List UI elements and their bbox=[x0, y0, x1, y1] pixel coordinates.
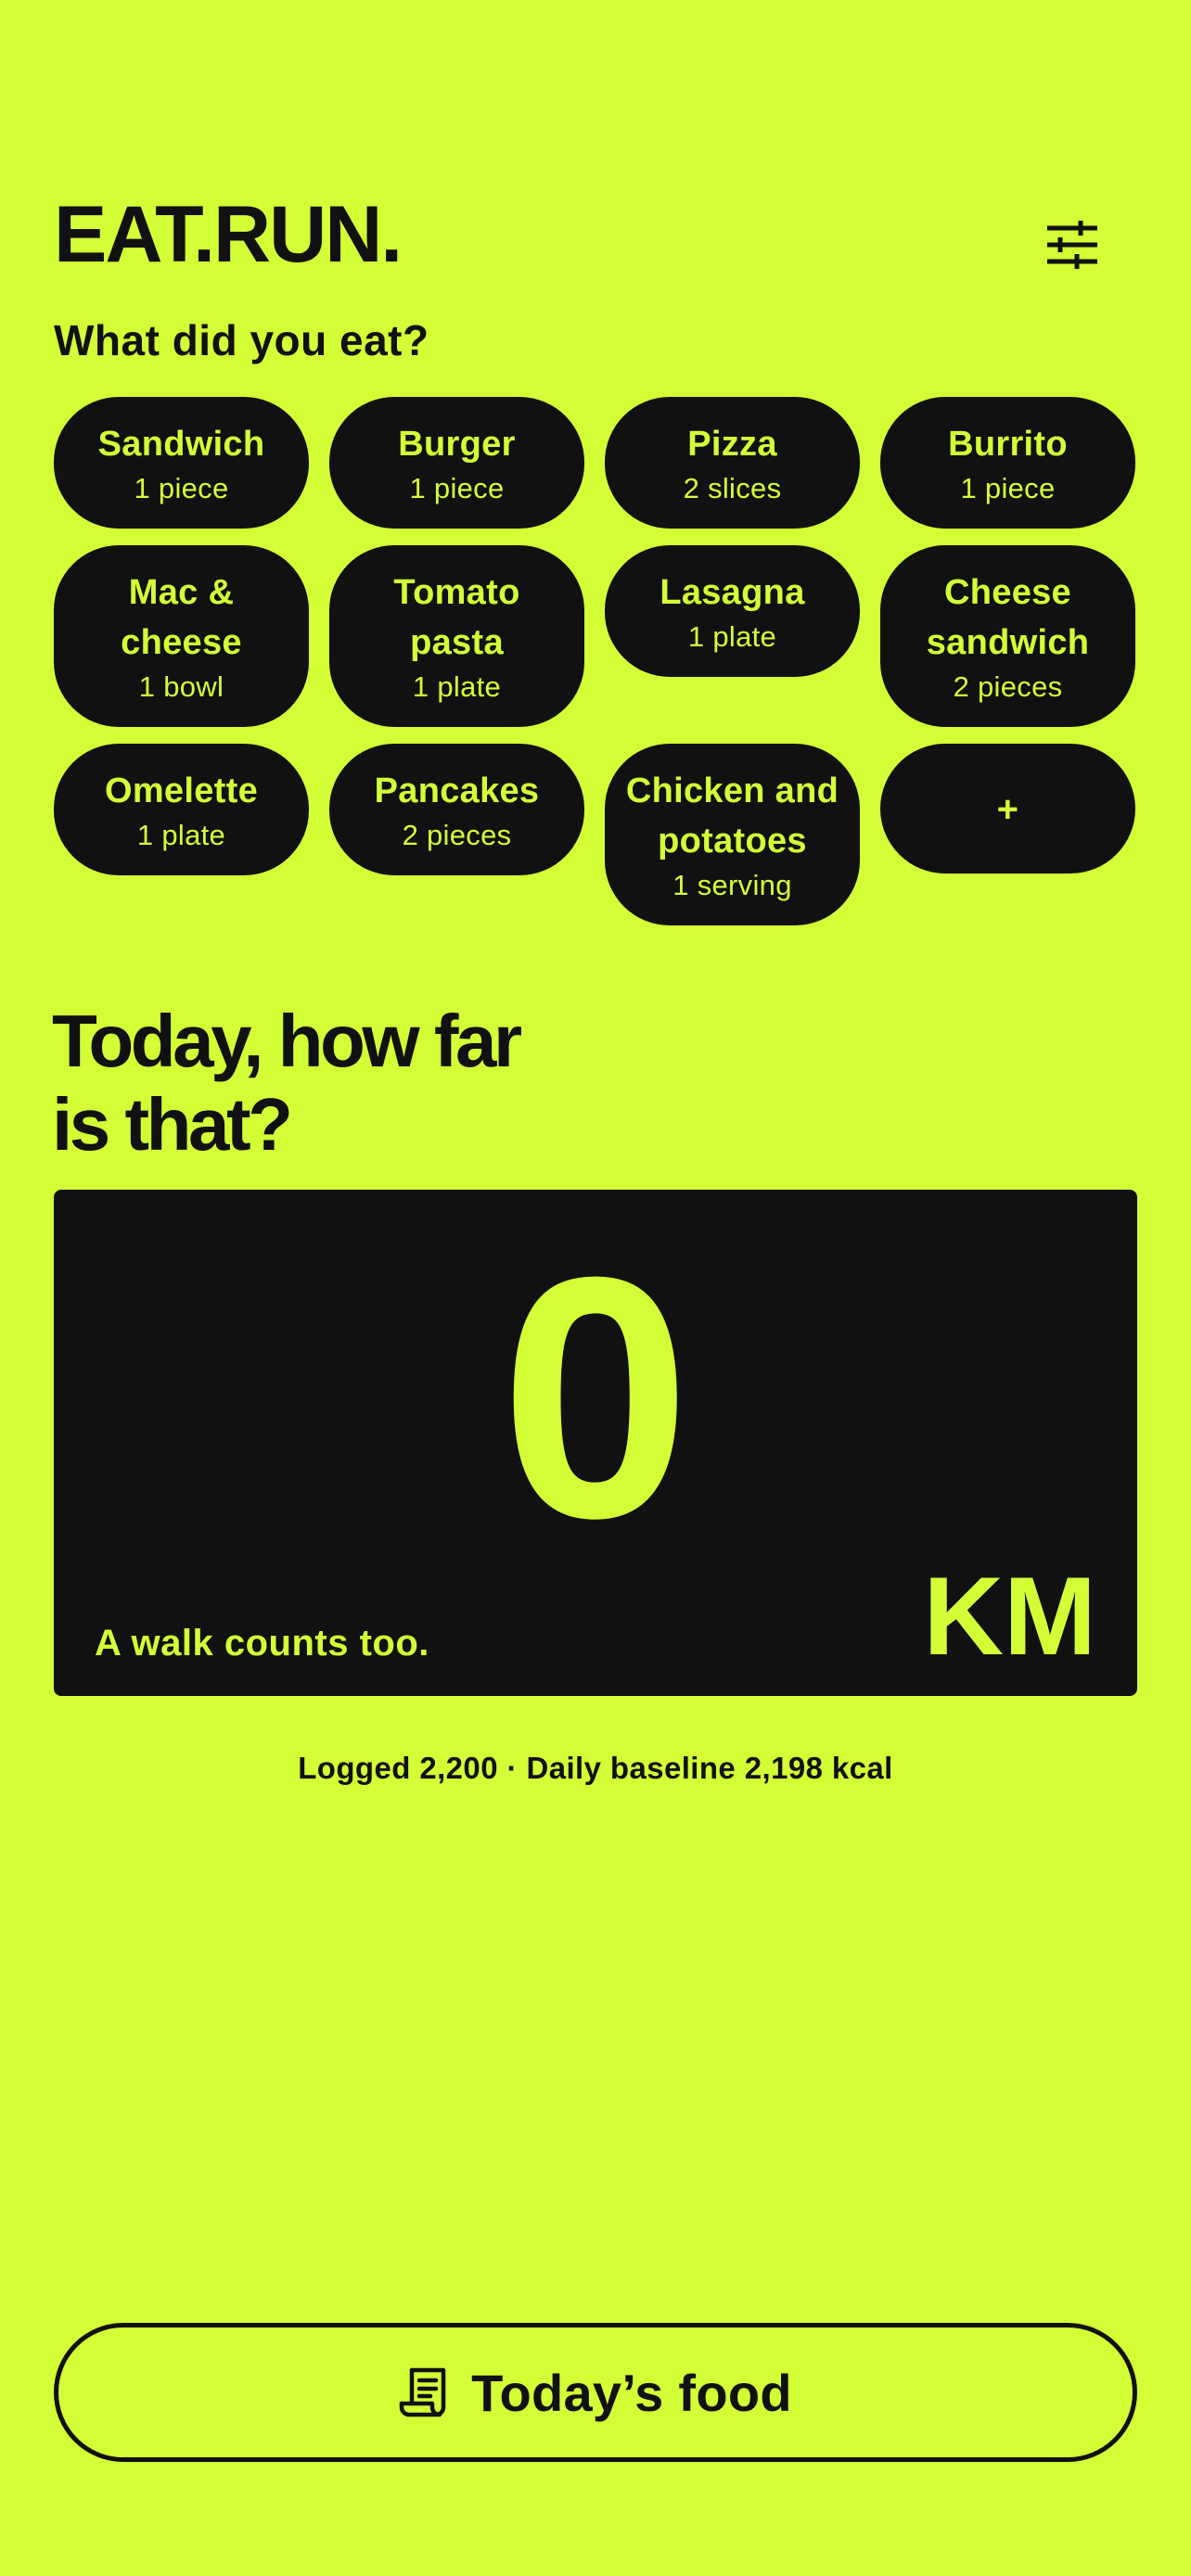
distance-hint: A walk counts too. bbox=[95, 1623, 429, 1664]
food-chip-name: Pancakes bbox=[374, 772, 540, 810]
sliders-icon bbox=[1047, 221, 1097, 269]
distance-heading: Today, how far is that? bbox=[52, 1000, 522, 1166]
food-chip-omelette[interactable]: Omelette 1 plate bbox=[54, 744, 309, 875]
app-title: EAT.RUN. bbox=[54, 190, 403, 279]
food-chip-pancakes[interactable]: Pancakes 2 pieces bbox=[329, 744, 584, 875]
food-chip-quantity: 2 slices bbox=[683, 472, 782, 504]
food-chip-name: Cheese sandwich bbox=[926, 573, 1090, 662]
food-chip-name: Mac & cheese bbox=[121, 573, 242, 662]
food-chip-tomato-pasta[interactable]: Tomato pasta 1 plate bbox=[329, 545, 584, 727]
settings-button[interactable] bbox=[1039, 211, 1106, 278]
food-chip-quantity: 2 pieces bbox=[402, 819, 512, 851]
food-chip-name: Pizza bbox=[687, 425, 777, 464]
food-chip-quantity: 1 plate bbox=[136, 819, 226, 851]
food-chip-name: Burger bbox=[398, 425, 516, 464]
food-chip-quantity: 2 pieces bbox=[953, 670, 1063, 703]
food-chip-quantity: 1 piece bbox=[409, 472, 505, 504]
food-chip-burrito[interactable]: Burrito 1 piece bbox=[880, 397, 1135, 529]
food-chip-name: Chicken and potatoes bbox=[625, 772, 839, 861]
food-chip-quantity: 1 plate bbox=[412, 670, 502, 703]
distance-unit: KM bbox=[923, 1554, 1096, 1678]
calorie-summary: Logged 2,200 · Daily baseline 2,198 kcal bbox=[298, 1751, 893, 1785]
food-grid: Sandwich 1 piece Burger 1 piece Pizza 2 … bbox=[54, 397, 1137, 925]
food-chip-quantity: 1 bowl bbox=[138, 670, 224, 703]
food-chip-name: Sandwich bbox=[97, 425, 265, 464]
food-chip-name: Lasagna bbox=[660, 573, 805, 612]
food-chip-pizza[interactable]: Pizza 2 slices bbox=[605, 397, 860, 529]
todays-food-button[interactable]: Today’s food bbox=[54, 2323, 1137, 2462]
food-chip-name: Burrito bbox=[948, 425, 1068, 464]
distance-value: 0 bbox=[500, 1206, 691, 1589]
food-chip-quantity: 1 piece bbox=[960, 472, 1056, 504]
food-chip-quantity: 1 piece bbox=[134, 472, 229, 504]
food-chip-burger[interactable]: Burger 1 piece bbox=[329, 397, 584, 529]
food-chip-mac-and-cheese[interactable]: Mac & cheese 1 bowl bbox=[54, 545, 309, 727]
food-chip-name: Omelette bbox=[104, 772, 258, 810]
plus-icon: + bbox=[996, 789, 1019, 830]
receipt-icon bbox=[399, 2366, 447, 2418]
food-chip-name: Tomato pasta bbox=[393, 573, 520, 662]
food-chip-lasagna[interactable]: Lasagna 1 plate bbox=[605, 545, 860, 677]
food-prompt: What did you eat? bbox=[54, 316, 429, 364]
distance-card: 0 A walk counts too. KM bbox=[54, 1190, 1137, 1696]
food-chip-quantity: 1 serving bbox=[672, 869, 792, 901]
todays-food-label: Today’s food bbox=[471, 2363, 792, 2422]
add-food-button[interactable]: + bbox=[880, 744, 1135, 874]
food-chip-chicken-and-potatoes[interactable]: Chicken and potatoes 1 serving bbox=[605, 744, 860, 925]
food-chip-cheese-sandwich[interactable]: Cheese sandwich 2 pieces bbox=[880, 545, 1135, 727]
food-chip-quantity: 1 plate bbox=[687, 620, 777, 653]
food-chip-sandwich[interactable]: Sandwich 1 piece bbox=[54, 397, 309, 529]
